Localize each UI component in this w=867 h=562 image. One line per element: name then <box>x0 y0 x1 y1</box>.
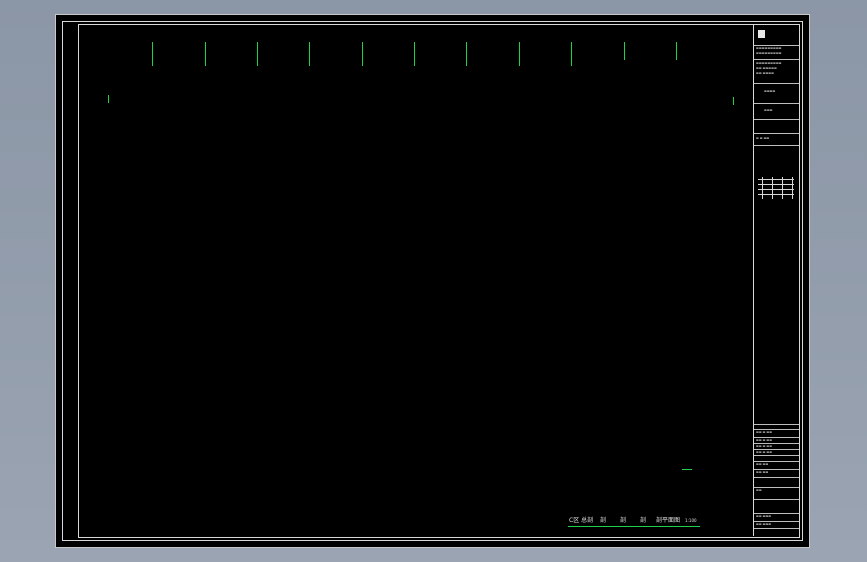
divider <box>754 449 799 450</box>
cad-viewport[interactable]: C区 总剖 剖 剖 剖 剖平面图 1:100 ▬▬▬▬▬▬▬▬▬ ▬▬▬▬▬▬▬… <box>0 0 867 562</box>
legend-label: 剖 <box>640 517 647 524</box>
title-text: ▬▬▬▬ <box>764 90 776 93</box>
title-text: ▬▬ ▬ ▬▬ <box>756 451 773 454</box>
title-text: ▬▬ ▬ ▬▬ <box>756 439 773 442</box>
north-arrow-mark <box>682 469 692 470</box>
title-text: ▬▬ ▬ ▬▬ <box>756 431 773 434</box>
divider <box>754 145 799 146</box>
grid-tick <box>571 42 572 66</box>
title-text: ▬ ▬ ▬▬ <box>756 137 770 140</box>
title-text: ▬▬ ▬ ▬▬ <box>756 445 773 448</box>
company-logo-icon <box>758 30 765 38</box>
divider <box>754 513 799 514</box>
title-text: ▬▬ ▬▬ <box>756 463 769 466</box>
title-text: ▬▬ <box>756 489 762 492</box>
grid-tick <box>205 42 206 66</box>
legend-underline <box>568 526 700 527</box>
title-text: ▬▬ ▬▬▬ <box>756 515 772 518</box>
legend-label: 剖 <box>600 517 607 524</box>
title-text: ▬▬▬▬▬▬▬▬▬ <box>756 62 782 65</box>
divider <box>754 443 799 444</box>
grid-tick <box>257 42 258 66</box>
legend-label: 剖平面图 <box>656 517 681 524</box>
divider <box>754 487 799 488</box>
drawing-sheet[interactable]: C区 总剖 剖 剖 剖 剖平面图 1:100 ▬▬▬▬▬▬▬▬▬ ▬▬▬▬▬▬▬… <box>55 14 810 548</box>
legend-label: C区 总剖 <box>569 517 594 524</box>
divider <box>754 521 799 522</box>
legend-label: 剖 <box>620 517 627 524</box>
divider <box>754 103 799 104</box>
title-text: ▬▬▬▬▬▬▬▬▬ <box>756 47 782 50</box>
grid-tick <box>676 42 677 60</box>
divider <box>754 469 799 470</box>
divider <box>754 499 799 500</box>
divider <box>754 477 799 478</box>
title-text: ▬▬ ▬▬▬▬▬ <box>756 67 777 70</box>
grid-tick <box>624 42 625 60</box>
grid-tick-right <box>733 97 734 105</box>
title-text: ▬▬ ▬▬▬ <box>756 523 772 526</box>
grid-tick <box>466 42 467 66</box>
title-block: ▬▬▬▬▬▬▬▬▬ ▬▬▬▬▬▬▬▬▬ ▬▬▬▬▬▬▬▬▬ ▬▬ ▬▬▬▬▬ ▬… <box>753 25 799 536</box>
divider <box>754 83 799 84</box>
divider <box>754 59 799 60</box>
grid-tick <box>152 42 153 66</box>
title-text: ▬▬ ▬▬ <box>756 471 769 474</box>
divider <box>754 424 799 425</box>
grid-tick <box>414 42 415 66</box>
divider <box>754 429 799 430</box>
divider <box>754 133 799 134</box>
drawing-legend: C区 总剖 剖 剖 剖 剖平面图 1:100 <box>568 518 700 530</box>
title-text: ▬▬▬▬▬▬▬▬▬ <box>756 52 782 55</box>
title-text: ▬▬▬ <box>764 109 773 112</box>
title-text: ▬▬ ▬▬▬▬ <box>756 72 774 75</box>
inner-frame <box>78 24 800 538</box>
grid-tick <box>362 42 363 66</box>
divider <box>754 528 799 529</box>
divider <box>754 119 799 120</box>
grid-tick <box>519 42 520 66</box>
legend-scale: 1:100 <box>685 518 697 523</box>
grid-tick <box>309 42 310 66</box>
grid-tick-left <box>108 95 109 103</box>
divider <box>754 461 799 462</box>
divider <box>754 455 799 456</box>
divider <box>754 45 799 46</box>
revision-table <box>758 177 794 199</box>
divider <box>754 437 799 438</box>
